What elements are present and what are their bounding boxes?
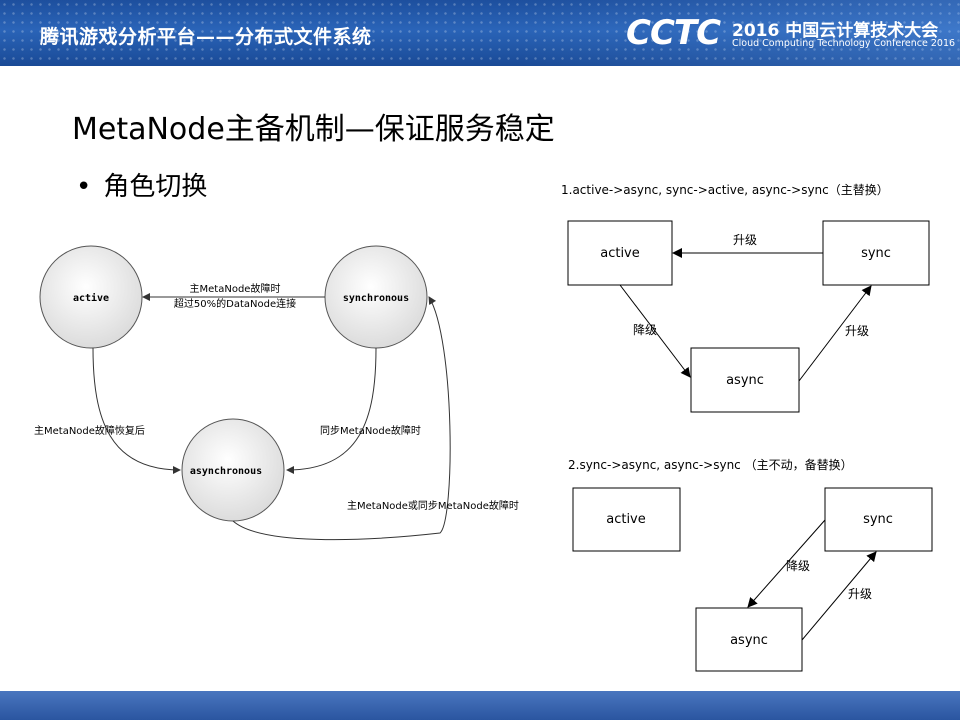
scenario-1-diagram: 1.active->async, sync->active, async->sy… <box>561 183 930 413</box>
state-active-label: active <box>73 292 109 304</box>
edge-sync-to-active-label-2: 超过50%的DataNode连接 <box>174 297 296 310</box>
edge-sync-to-async-label: 同步MetaNode故障时 <box>320 424 421 437</box>
scenario-1-downgrade-label: 降级 <box>633 323 657 337</box>
scenario-2-async-label: async <box>730 633 768 648</box>
scenario-2-caption: 2.sync->async, async->sync （主不动，备替换） <box>568 458 853 472</box>
scenario-2-active-label: active <box>606 512 646 527</box>
diagram-canvas: active synchronous asynchronous 主MetaNod… <box>34 183 933 672</box>
scenario-1-upgrade-label-top: 升级 <box>733 233 757 247</box>
scenario-2-upgrade-label: 升级 <box>848 587 872 601</box>
scenario-2-diagram: 2.sync->async, async->sync （主不动，备替换） act… <box>568 458 933 672</box>
scenario-1-upgrade-label-right: 升级 <box>845 324 869 338</box>
scenario-1-sync-label: sync <box>861 246 891 261</box>
scenario-1-async-label: async <box>726 373 764 388</box>
scenario-2-sync-label: sync <box>863 512 893 527</box>
edge-active-to-async <box>92 347 181 474</box>
state-asynchronous-label: asynchronous <box>190 466 262 477</box>
footer-bar <box>0 691 960 720</box>
edge-sync-to-async <box>286 347 377 474</box>
scenario-1-active-label: active <box>600 246 640 261</box>
scenario-2-downgrade-label: 降级 <box>786 559 810 573</box>
scenario-1-caption: 1.active->async, sync->active, async->sy… <box>561 183 889 197</box>
state-diagram: active synchronous asynchronous 主MetaNod… <box>34 245 519 541</box>
edge-sync-to-active-label-1: 主MetaNode故障时 <box>190 282 281 295</box>
edge-active-to-async-label: 主MetaNode故障恢复后 <box>34 424 145 437</box>
edge-async-to-sync-label: 主MetaNode或同步MetaNode故障时 <box>347 499 519 512</box>
state-synchronous-label: synchronous <box>343 293 409 304</box>
